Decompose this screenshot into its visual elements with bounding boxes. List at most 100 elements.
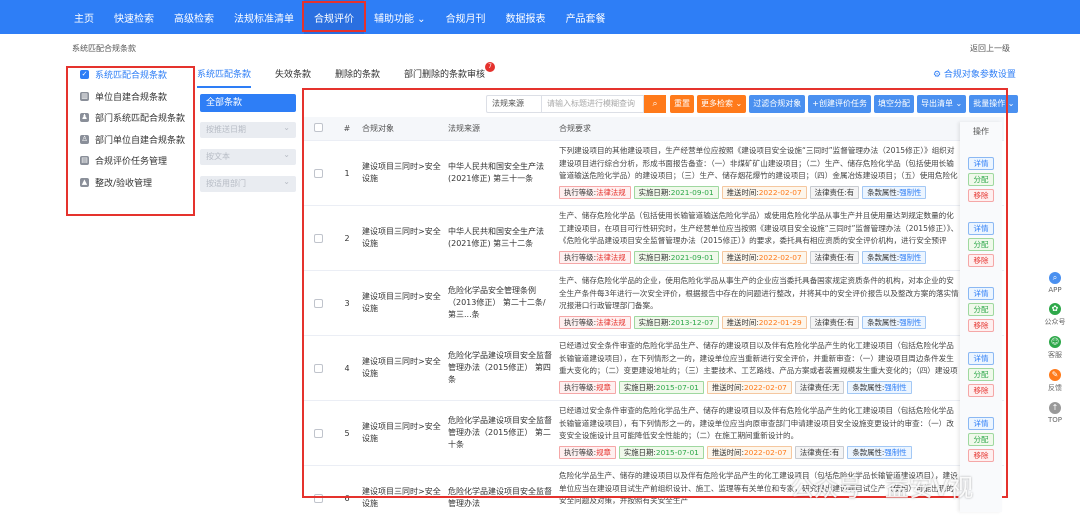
detail-button[interactable]: 详情 bbox=[968, 417, 994, 430]
row-source[interactable]: 危险化学品建设项目安全监督管理办法（2015修正） 第二十条 bbox=[448, 401, 559, 465]
row-source[interactable]: 中华人民共和国安全生产法(2021修正) 第三十一条 bbox=[448, 141, 559, 205]
row-object: 建设项目三同时>安全设施 bbox=[362, 292, 441, 313]
filter-text-select[interactable]: 按文本 bbox=[200, 147, 296, 165]
nav-item-6[interactable]: 合规月刊 bbox=[436, 0, 496, 34]
filter-department-select[interactable]: 按适用部门 bbox=[200, 174, 296, 192]
tag-level: 执行等级:法律法规 bbox=[559, 186, 631, 199]
detail-button[interactable]: 详情 bbox=[968, 157, 994, 170]
row-checkbox[interactable] bbox=[304, 466, 332, 517]
tag-impl-date-value: 2021-09-01 bbox=[670, 188, 714, 197]
nav-item-7[interactable]: 数据报表 bbox=[496, 0, 556, 34]
tag-level-value: 法律法规 bbox=[596, 318, 626, 327]
tag-level-label: 执行等级: bbox=[564, 318, 597, 327]
row-checkbox[interactable] bbox=[304, 141, 332, 205]
nav-item-4[interactable]: 合规评价 bbox=[302, 0, 366, 34]
row-source[interactable]: 中华人民共和国安全生产法(2021修正) 第三十二条 bbox=[448, 206, 559, 270]
right-bar-item-2[interactable]: ☺ 客服 bbox=[1040, 336, 1070, 360]
tag-impl-date-label: 实施日期: bbox=[638, 318, 671, 327]
row-checkbox[interactable] bbox=[304, 271, 332, 335]
right-bar-item-1[interactable]: ✿ 公众号 bbox=[1040, 303, 1070, 327]
sidebar-item-5[interactable]: ▲ 整改/验收管理 bbox=[70, 172, 194, 194]
tag-responsibility: 法律责任:有 bbox=[794, 446, 845, 459]
tag-responsibility: 法律责任:有 bbox=[809, 251, 860, 264]
header-object: 合规对象 bbox=[362, 124, 394, 133]
row-index: 1 bbox=[344, 168, 350, 178]
remove-button[interactable]: 移除 bbox=[968, 254, 994, 267]
toolbar-button-3[interactable]: +创建评价任务 bbox=[808, 95, 871, 113]
toolbar-button-4[interactable]: 填空分配 bbox=[873, 95, 914, 113]
assign-button[interactable]: 分配 bbox=[968, 173, 994, 186]
row-source[interactable]: 危险化学品建设项目安全监督管理办法 bbox=[448, 466, 559, 517]
remove-button[interactable]: 移除 bbox=[968, 384, 994, 397]
toolbar-button-5[interactable]: 导出清单 ⌄ bbox=[916, 95, 967, 113]
toolbar-button-0[interactable]: 重置 bbox=[670, 95, 694, 113]
row-source[interactable]: 危险化学品建设项目安全监督管理办法（2015修正） 第四条 bbox=[448, 336, 559, 400]
nav-item-3[interactable]: 法规标准清单 bbox=[224, 0, 304, 34]
assign-button[interactable]: 分配 bbox=[968, 303, 994, 316]
sidebar-item-2[interactable]: ♟ 部门系统匹配合规条款 bbox=[70, 107, 194, 129]
nav-item-8[interactable]: 产品套餐 bbox=[556, 0, 616, 34]
select-all-checkbox[interactable] bbox=[304, 123, 332, 134]
row-index: 3 bbox=[344, 298, 350, 308]
right-bar-item-3[interactable]: ✎ 反馈 bbox=[1040, 369, 1070, 393]
tag-attribute: 条款属性:强制性 bbox=[862, 251, 927, 264]
tab-2[interactable]: 删除的条款 bbox=[335, 67, 380, 83]
row-tags: 执行等级:法律法规 实施日期:2021-09-01 推送时间:2022-02-07 法… bbox=[559, 251, 961, 264]
tag-push-time-value: 2022-02-07 bbox=[743, 383, 787, 392]
right-bar-item-4[interactable]: ↑ TOP bbox=[1040, 402, 1070, 424]
assign-button[interactable]: 分配 bbox=[968, 238, 994, 251]
right-bar-item-0[interactable]: ⌕ APP bbox=[1040, 272, 1070, 294]
tab-0[interactable]: 系统匹配条款 bbox=[197, 67, 252, 88]
tag-impl-date: 实施日期:2015-07-01 bbox=[618, 381, 704, 394]
tag-impl-date-value: 2013-12-07 bbox=[670, 318, 714, 327]
sidebar-item-1[interactable]: ▥ 单位自建合规条款 bbox=[70, 86, 194, 108]
settings-link[interactable]: ⚙ 合规对象参数设置 bbox=[933, 67, 1016, 80]
nav-item-5[interactable]: 辅助功能 ⌄ bbox=[364, 0, 436, 34]
remove-button[interactable]: 移除 bbox=[968, 189, 994, 202]
row-checkbox[interactable] bbox=[304, 206, 332, 270]
tag-impl-date-value: 2021-09-01 bbox=[670, 253, 714, 262]
sidebar: ✓ 系统匹配合规条款 ▥ 单位自建合规条款 ♟ 部门系统匹配合规条款 ♙ 部门单位自建合规条款… bbox=[70, 64, 194, 214]
watermark: 公众号 · 益安V视 bbox=[790, 474, 974, 502]
assign-button[interactable]: 分配 bbox=[968, 433, 994, 446]
tag-level-value: 规章 bbox=[596, 448, 611, 457]
remove-button[interactable]: 移除 bbox=[968, 449, 994, 462]
toolbar-button-1[interactable]: 更多检索 ⌄ bbox=[697, 95, 747, 113]
tag-impl-date: 实施日期:2013-12-07 bbox=[633, 316, 719, 329]
tag-push-time-value: 2022-01-29 bbox=[758, 318, 802, 327]
search-button[interactable]: ⌕ bbox=[644, 95, 666, 113]
tag-responsibility-label: 法律责任: bbox=[799, 448, 832, 457]
tag-attribute-value: 强制性 bbox=[899, 188, 922, 197]
tag-attribute: 条款属性:强制性 bbox=[847, 446, 912, 459]
row-checkbox[interactable] bbox=[304, 336, 332, 400]
nav-item-1[interactable]: 快速检索 bbox=[104, 0, 164, 34]
search-input[interactable]: 请输入标题进行模糊查询 bbox=[542, 95, 644, 113]
tag-impl-date: 实施日期:2015-07-01 bbox=[618, 446, 704, 459]
sidebar-item-3[interactable]: ♙ 部门单位自建合规条款 bbox=[70, 129, 194, 151]
tab-1[interactable]: 失效条款 bbox=[275, 67, 311, 83]
nav-item-0[interactable]: 主页 bbox=[64, 0, 104, 34]
all-clauses-button[interactable]: 全部条款 bbox=[200, 94, 296, 112]
tag-push-time: 推送时间:2022-01-29 bbox=[721, 316, 807, 329]
filter-push-date-select[interactable]: 按推送日期 bbox=[200, 120, 296, 138]
sidebar-item-0[interactable]: ✓ 系统匹配合规条款 bbox=[70, 64, 194, 86]
detail-button[interactable]: 详情 bbox=[968, 352, 994, 365]
row-requirement: 下列建设项目的其他建设项目，生产经营单位应按照《建设项目安全设施“三同时”监督管… bbox=[559, 141, 961, 205]
source-select[interactable]: 法规来源 bbox=[486, 95, 542, 113]
tag-push-time-label: 推送时间: bbox=[711, 448, 744, 457]
remove-button[interactable]: 移除 bbox=[968, 319, 994, 332]
detail-button[interactable]: 详情 bbox=[968, 222, 994, 235]
row-checkbox[interactable] bbox=[304, 401, 332, 465]
back-link[interactable]: 返回上一级 bbox=[970, 43, 1010, 54]
tag-push-time-label: 推送时间: bbox=[726, 253, 759, 262]
toolbar-button-6[interactable]: 批量操作 ⌄ bbox=[969, 95, 1019, 113]
nav-item-2[interactable]: 高级检索 bbox=[164, 0, 224, 34]
app-icon: ⌕ bbox=[1049, 272, 1061, 284]
tag-impl-date-label: 实施日期: bbox=[638, 188, 671, 197]
tab-3[interactable]: 部门删除的条款审核 7 bbox=[404, 62, 496, 83]
row-source[interactable]: 危险化学品安全管理条例（2013修正） 第二十二条/第三...条 bbox=[448, 271, 559, 335]
detail-button[interactable]: 详情 bbox=[968, 287, 994, 300]
assign-button[interactable]: 分配 bbox=[968, 368, 994, 381]
toolbar-button-2[interactable]: 过滤合规对象 bbox=[749, 95, 806, 113]
sidebar-item-4[interactable]: ▤ 合规评价任务管理 bbox=[70, 150, 194, 172]
